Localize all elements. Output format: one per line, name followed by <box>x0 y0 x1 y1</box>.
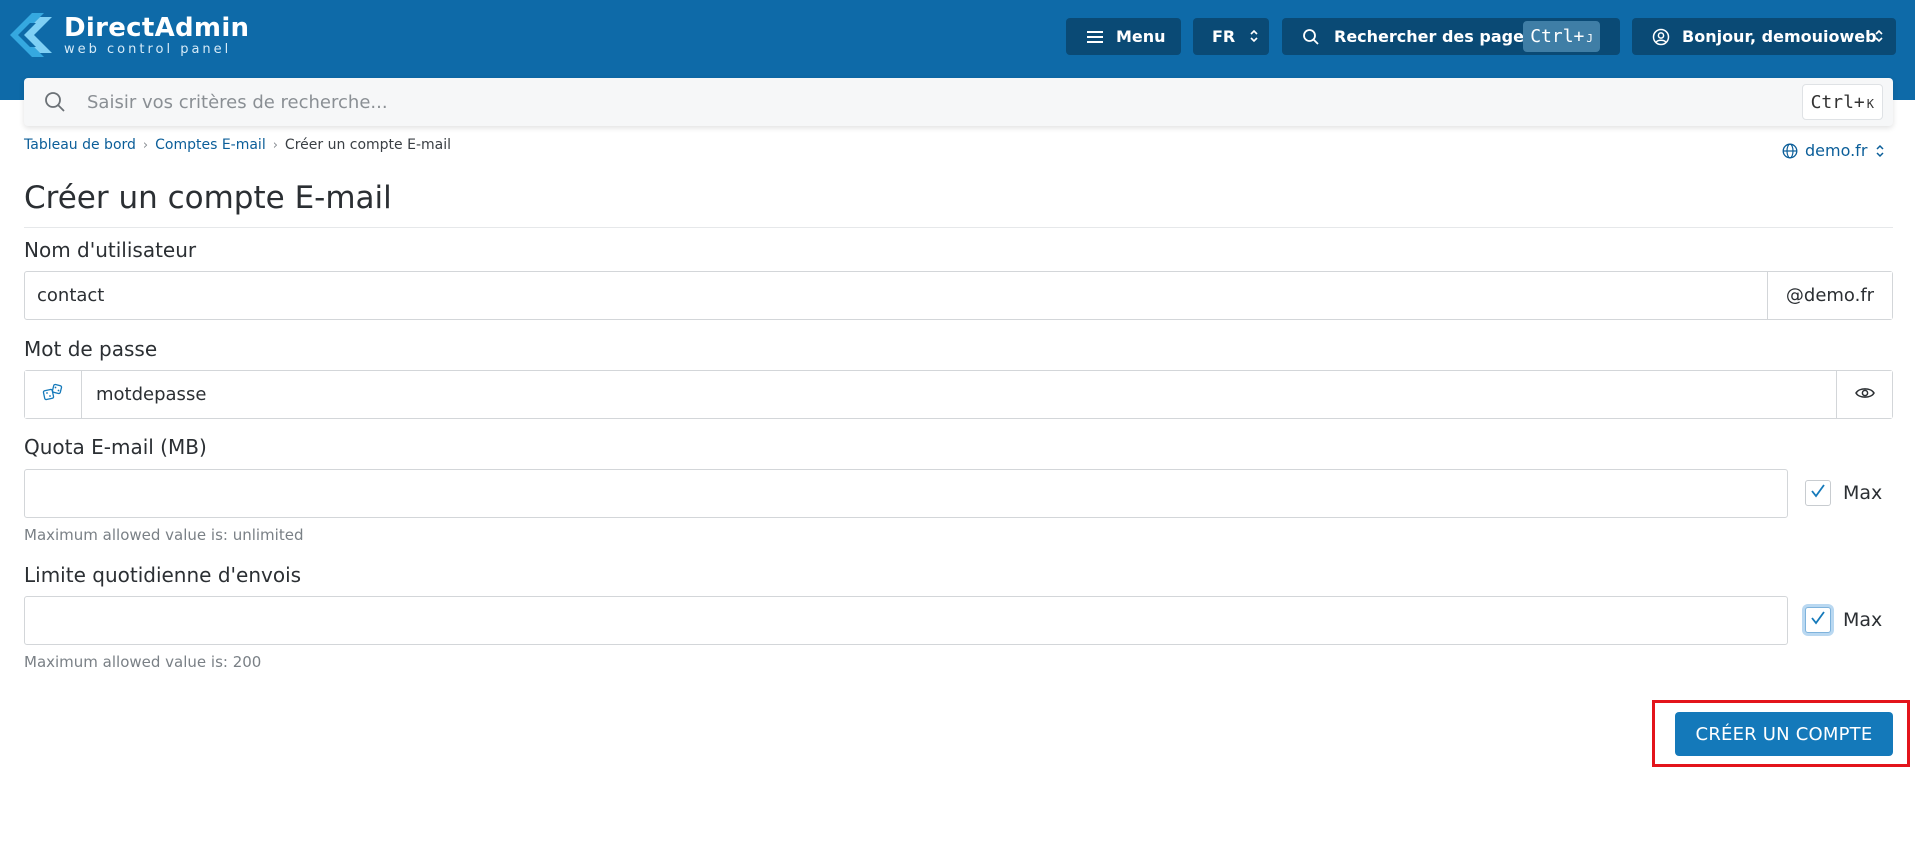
chevron-right-icon: › <box>272 137 278 153</box>
globe-icon <box>1782 143 1798 159</box>
toggle-password-visibility-button[interactable] <box>1836 371 1892 418</box>
hamburger-icon <box>1086 30 1104 43</box>
password-value: motdepasse <box>96 384 207 405</box>
daily-limit-max-checkbox[interactable] <box>1805 607 1831 633</box>
daily-limit-max-label: Max <box>1843 609 1883 631</box>
shortcut-badge: Ctrl+ K <box>1801 84 1883 120</box>
user-menu-button[interactable]: Bonjour, demouioweb <box>1632 18 1896 55</box>
chevron-updown-icon <box>1249 28 1259 48</box>
breadcrumb-link-email-accounts[interactable]: Comptes E-mail <box>155 137 266 153</box>
username-label: Nom d'utilisateur <box>24 238 197 262</box>
chevron-updown-icon <box>1874 28 1884 48</box>
quota-label: Quota E-mail (MB) <box>24 435 207 459</box>
daily-limit-hint: Maximum allowed value is: 200 <box>24 653 262 671</box>
user-circle-icon <box>1652 28 1670 46</box>
page-title: Créer un compte E-mail <box>24 180 392 216</box>
quota-max-checkbox[interactable] <box>1805 480 1831 506</box>
breadcrumb: Tableau de bord › Comptes E-mail › Créer… <box>24 137 451 153</box>
logo-title: DirectAdmin <box>64 12 250 43</box>
highlight-box <box>1652 700 1910 767</box>
chevron-updown-icon <box>1875 143 1885 159</box>
password-label: Mot de passe <box>24 337 158 361</box>
daily-limit-label: Limite quotidienne d'envois <box>24 563 302 587</box>
shortcut-badge: Ctrl+ J <box>1523 21 1600 52</box>
domain-selector[interactable]: demo.fr <box>1782 141 1885 160</box>
divider <box>24 227 1893 228</box>
language-selector[interactable]: FR <box>1193 18 1269 55</box>
generate-password-button[interactable] <box>25 371 82 418</box>
quota-input[interactable] <box>24 469 1788 518</box>
eye-icon <box>1854 384 1875 405</box>
domain-label: demo.fr <box>1805 141 1868 160</box>
logo[interactable]: DirectAdmin web control panel <box>10 11 249 59</box>
user-greeting: Bonjour, demouioweb <box>1682 27 1877 46</box>
logo-subtitle: web control panel <box>64 41 232 57</box>
search-icon <box>44 91 66 117</box>
checkmark-icon <box>1809 483 1827 503</box>
menu-button[interactable]: Menu <box>1066 18 1181 55</box>
checkmark-icon <box>1809 610 1827 630</box>
page-search-label: Rechercher des pages <box>1334 27 1534 46</box>
username-field[interactable]: contact @demo.fr <box>24 271 1893 320</box>
global-search-bar: Ctrl+K <box>24 78 1893 126</box>
password-field[interactable]: motdepasse <box>24 370 1893 419</box>
quota-hint: Maximum allowed value is: unlimited <box>24 526 304 544</box>
directadmin-logo-icon <box>10 13 52 57</box>
dice-icon <box>42 383 64 406</box>
search-icon <box>1302 28 1320 46</box>
menu-label: Menu <box>1116 27 1166 46</box>
daily-limit-input[interactable] <box>24 596 1788 645</box>
breadcrumb-link-dashboard[interactable]: Tableau de bord <box>24 137 136 153</box>
global-search-input[interactable] <box>87 86 1807 118</box>
language-label: FR <box>1212 27 1236 46</box>
username-value: contact <box>37 285 105 306</box>
quota-max-label: Max <box>1843 482 1883 504</box>
domain-suffix: @demo.fr <box>1767 272 1892 319</box>
chevron-right-icon: › <box>142 137 149 153</box>
page-search-button[interactable]: Rechercher des pages Ctrl+ J <box>1282 18 1620 55</box>
breadcrumb-current: Créer un compte E-mail <box>284 137 452 153</box>
